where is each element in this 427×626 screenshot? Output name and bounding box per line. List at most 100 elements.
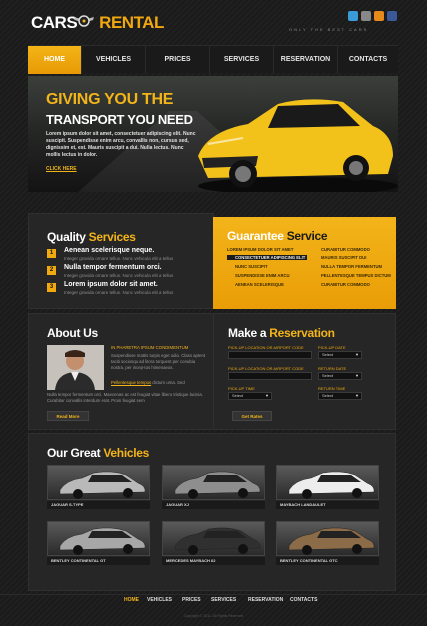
nav-reservation[interactable]: RESERVATION: [274, 46, 338, 74]
reservation-title-b: Reservation: [269, 326, 335, 340]
about-text-2: Nulla tempor fermentum orci. Maecenas ac…: [47, 392, 203, 403]
nav-vehicles[interactable]: VEHICLES: [82, 46, 146, 74]
return-time-label: RETURN TIME: [318, 386, 346, 391]
quality-title: Quality Services: [47, 230, 136, 244]
service-number-2: 2: [47, 266, 56, 275]
guarantee-item[interactable]: NULLA TEMPOR FERMENTUM: [313, 264, 393, 269]
chevron-down-icon: ▼: [355, 352, 359, 357]
footer-nav-contacts[interactable]: CONTACTS: [290, 597, 317, 603]
about-text-1b: Pellentesque tempus dictum urna. Sed: [111, 380, 207, 386]
guarantee-item[interactable]: AENEAN SCELERISQUE: [227, 282, 307, 287]
tagline: ONLY THE BEST CARS: [289, 27, 369, 32]
service-sub-3: Integer gravida ornare tellus. Nunc vehi…: [64, 290, 174, 295]
site-logo[interactable]: CARS RENTAL: [31, 13, 164, 33]
return-time-value: Select: [322, 393, 334, 398]
service-title-2: Nulla tempor fermentum orci.: [64, 264, 162, 271]
vehicle-label[interactable]: BENTLEY CONTINENTAL GTC: [276, 557, 379, 565]
footer-nav-services[interactable]: SERVICES: [211, 597, 236, 603]
hero-headline: GIVING YOU THE: [46, 91, 174, 108]
rss-icon[interactable]: [374, 11, 384, 21]
pickup-time-value: Select: [232, 393, 244, 398]
pickup-date-select[interactable]: Select ▼: [318, 351, 362, 359]
vehicle-photo: [174, 527, 261, 555]
vehicle-photo: [288, 527, 375, 555]
hero-banner: GIVING YOU THE TRANSPORT YOU NEED Lorem …: [28, 76, 398, 192]
chevron-down-icon: ▼: [265, 393, 269, 398]
reservation-title: Make a Reservation: [228, 326, 335, 340]
pickup-location-input[interactable]: [228, 351, 312, 359]
vehicles-panel: Our Great Vehicles: [28, 433, 396, 591]
vehicle-thumbnail[interactable]: [47, 521, 150, 556]
get-rates-button[interactable]: Get Rates: [232, 411, 272, 421]
twitter-icon[interactable]: [348, 11, 358, 21]
about-highlight: IN PHARETRA IPSUM CONDIMENTUM: [111, 345, 189, 350]
guarantee-item[interactable]: CURABITUR COMMODO: [313, 247, 393, 252]
nav-home[interactable]: HOME: [28, 46, 82, 74]
guarantee-item[interactable]: LOREM IPSUM DOLOR SIT AMET: [227, 247, 307, 252]
footer-nav-home[interactable]: HOME: [124, 597, 139, 603]
quality-title-a: Quality: [47, 230, 86, 244]
footer-divider: [0, 594, 427, 595]
about-text-1b-rest: dictum urna. Sed: [152, 380, 185, 385]
vehicle-photo: [59, 527, 146, 555]
vehicle-thumbnail[interactable]: [276, 465, 379, 500]
footer-nav-prices[interactable]: PRICES: [182, 597, 201, 603]
vehicle-thumbnail[interactable]: [162, 521, 265, 556]
vehicle-label[interactable]: BENTLEY CONTINENTAL GT: [47, 557, 150, 565]
chevron-down-icon: ▼: [355, 373, 359, 378]
nav-services[interactable]: SERVICES: [210, 46, 274, 74]
vehicle-label[interactable]: MAYBACH LANDAULET: [276, 501, 379, 509]
vehicles-title: Our Great Vehicles: [47, 446, 149, 460]
vehicle-label[interactable]: JAGUAR XJ: [162, 501, 265, 509]
facebook-icon[interactable]: [387, 11, 397, 21]
pickup-time-select[interactable]: Select ▼: [228, 392, 272, 400]
vehicle-photo: [174, 471, 261, 499]
hero-click-here-link[interactable]: CLICK HERE: [46, 166, 77, 172]
guarantee-item[interactable]: SUSPENDISSE ENIM ARCU: [227, 273, 307, 278]
chevron-down-icon: ▼: [355, 393, 359, 398]
vehicles-title-b: Vehicles: [103, 446, 150, 460]
return-date-label: RETURN DATE: [318, 366, 347, 371]
footer-nav-reservation[interactable]: RESERVATION: [248, 597, 283, 603]
winged-wheel-icon: [74, 15, 94, 27]
about-link[interactable]: Pellentesque tempus: [111, 380, 151, 385]
nav-contacts[interactable]: CONTACTS: [338, 46, 398, 74]
guarantee-service-panel: Guarantee Service LOREM IPSUM DOLOR SIT …: [213, 217, 396, 309]
footer-nav-vehicles[interactable]: VEHICLES: [147, 597, 172, 603]
guarantee-item[interactable]: NUNC SUSCIPIT: [227, 264, 307, 269]
guarantee-title-a: Guarantee: [227, 229, 284, 243]
mail-icon[interactable]: [361, 11, 371, 21]
quality-services-panel: Quality Services 1 Aenean scelerisque ne…: [28, 213, 214, 309]
nav-prices[interactable]: PRICES: [146, 46, 210, 74]
about-us-panel: About Us IN PHARETRA IPSUM CONDIMENTUM S…: [28, 313, 214, 430]
reservation-title-a: Make a: [228, 326, 267, 340]
service-number-3: 3: [47, 283, 56, 292]
guarantee-title: Guarantee Service: [227, 229, 328, 243]
pickup-date-value: Select: [322, 352, 334, 357]
logo-text-cars: CARS: [31, 13, 78, 32]
service-number-1: 1: [47, 249, 56, 258]
return-date-select[interactable]: Select ▼: [318, 372, 362, 380]
guarantee-title-b: Service: [286, 229, 328, 243]
about-text-1: Suspendisse mattis turpis eget odio. Cla…: [111, 353, 206, 370]
service-sub-1: Integer gravida ornare tellus. Nunc vehi…: [64, 256, 174, 261]
vehicle-thumbnail[interactable]: [47, 465, 150, 500]
vehicle-photo: [288, 471, 375, 499]
copyright: Copyright © 2011. All Rights Reserved: [183, 614, 244, 618]
guarantee-item[interactable]: MAURIS SUSCIPIT DUI: [313, 255, 393, 260]
guarantee-item[interactable]: PELLENTESQUE TEMPUS DICTUM: [313, 273, 393, 278]
reservation-panel: Make a Reservation PICK-UP LOCATION OR A…: [213, 313, 396, 430]
hero-subheadline: TRANSPORT YOU NEED: [46, 112, 193, 127]
guarantee-item-selected[interactable]: CONSECTETUER ADIPISCING ELIT: [227, 255, 307, 260]
guarantee-item[interactable]: CURABITUR COMMODO: [313, 282, 393, 287]
vehicle-thumbnail[interactable]: [162, 465, 265, 500]
return-location-input[interactable]: [228, 372, 312, 380]
return-date-value: Select: [322, 373, 334, 378]
vehicle-label[interactable]: JAGUAR S-TYPE: [47, 501, 150, 509]
return-time-select[interactable]: Select ▼: [318, 392, 362, 400]
return-location-label: PICK-UP LOCATION OR AIRPORT CODE: [228, 366, 304, 371]
vehicles-title-a: Our Great: [47, 446, 101, 460]
vehicle-label[interactable]: MERCEDES MAYBACH 62: [162, 557, 265, 565]
read-more-button[interactable]: Read More: [47, 411, 89, 421]
vehicle-thumbnail[interactable]: [276, 521, 379, 556]
